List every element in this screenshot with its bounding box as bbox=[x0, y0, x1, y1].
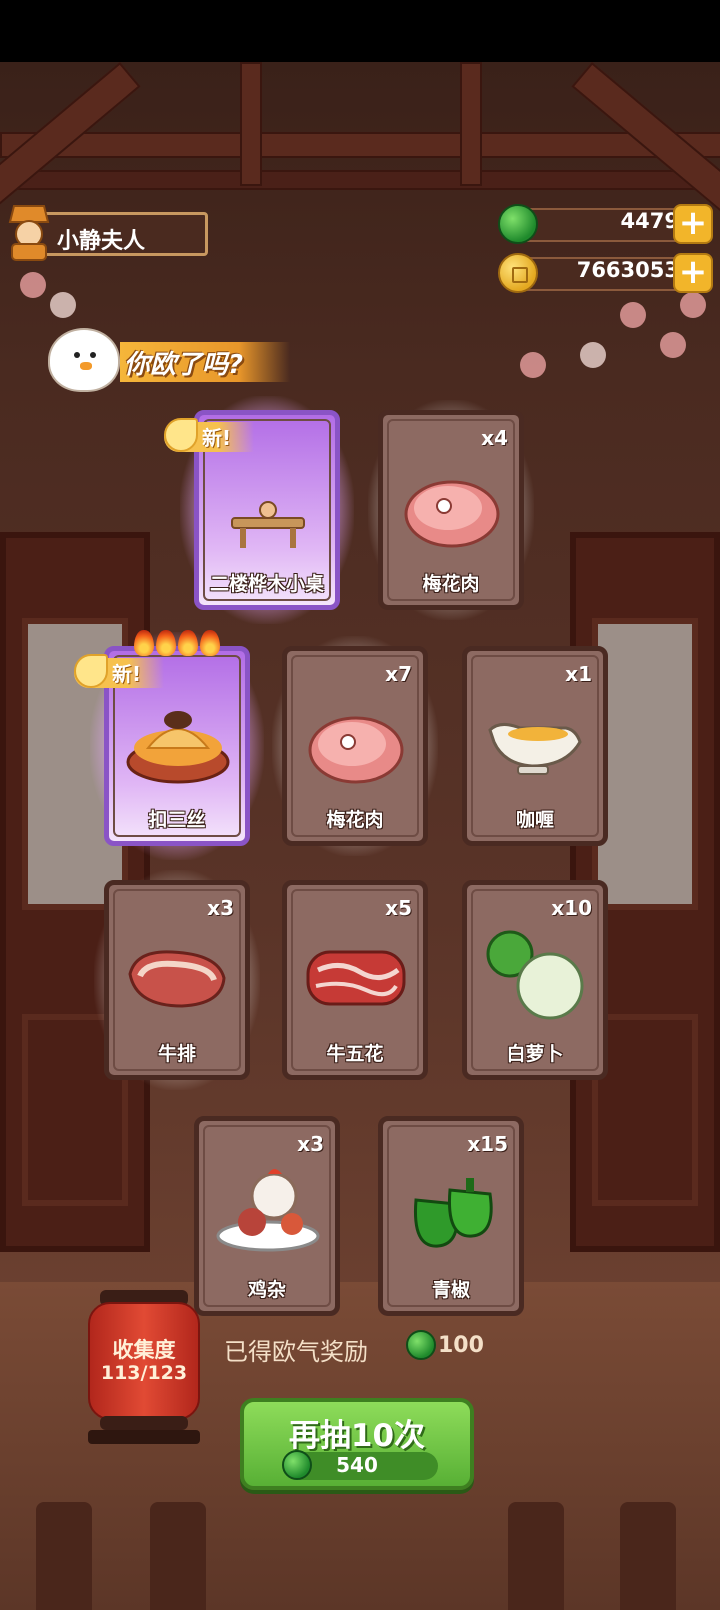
draw-cost: 540 bbox=[336, 1453, 378, 1477]
card-quantity: x15 bbox=[467, 1132, 508, 1156]
pork-icon bbox=[308, 716, 404, 784]
railing-post bbox=[150, 1502, 206, 1610]
card-name: 梅花肉 bbox=[326, 809, 384, 831]
pork-icon bbox=[404, 480, 500, 548]
banner-text: 你欧了吗? bbox=[124, 350, 244, 380]
blossom-decoration bbox=[680, 292, 706, 318]
gold-currency: 7663053 + bbox=[498, 253, 713, 293]
roof-post bbox=[240, 62, 262, 186]
card-quantity: x5 bbox=[385, 896, 412, 920]
butterfly-icon bbox=[164, 418, 198, 452]
table-icon bbox=[231, 501, 305, 548]
jade-coin-icon bbox=[406, 1330, 436, 1360]
draw-card[interactable]: x3 牛排 bbox=[94, 870, 260, 1090]
card-name: 梅花肉 bbox=[422, 573, 480, 595]
card-name: 鸡杂 bbox=[247, 1279, 286, 1301]
blossom-decoration bbox=[520, 352, 546, 378]
new-badge: 新! bbox=[74, 654, 170, 690]
chick-mascot-icon bbox=[48, 328, 120, 392]
roof-post bbox=[460, 62, 482, 186]
player-name-box: 小静夫人 bbox=[34, 212, 208, 256]
player-info[interactable]: 小静夫人 bbox=[6, 204, 208, 261]
draw-card[interactable]: 二楼桦木小桌 新! bbox=[164, 396, 354, 624]
chicken-giblets-icon bbox=[216, 1169, 320, 1252]
card-name: 青椒 bbox=[431, 1279, 470, 1301]
railing-post bbox=[508, 1502, 564, 1610]
collection-count: 113/123 bbox=[100, 1362, 188, 1384]
new-badge: 新! bbox=[164, 418, 260, 454]
card-name: 牛五花 bbox=[326, 1043, 384, 1065]
card-quantity: x1 bbox=[565, 662, 592, 686]
draw-card[interactable]: x1 咖喱 bbox=[462, 646, 608, 846]
new-badge-text: 新! bbox=[202, 426, 232, 450]
draw-card[interactable]: x15 青椒 bbox=[378, 1116, 524, 1316]
blossom-decoration bbox=[50, 292, 76, 318]
railing-post bbox=[36, 1502, 92, 1610]
card-name: 扣三丝 bbox=[148, 809, 206, 831]
draw-card[interactable]: 扣三丝 新! bbox=[74, 630, 264, 860]
jade-currency: 4479 + bbox=[498, 204, 713, 244]
draw-card[interactable]: x10 白萝卜 bbox=[462, 880, 608, 1080]
radish-icon bbox=[486, 930, 584, 1020]
roof-beam bbox=[0, 170, 720, 190]
steak-icon bbox=[128, 950, 226, 1008]
card-name: 二楼桦木小桌 bbox=[209, 573, 324, 595]
draw-card[interactable]: x3 鸡杂 bbox=[194, 1116, 340, 1316]
player-name: 小静夫人 bbox=[57, 229, 146, 254]
lucky-banner: 你欧了吗? bbox=[30, 328, 290, 392]
collection-lantern[interactable]: 收集度 113/123 bbox=[84, 1290, 204, 1450]
card-name: 白萝卜 bbox=[506, 1043, 564, 1065]
butterfly-icon bbox=[74, 654, 108, 688]
blossom-decoration bbox=[20, 272, 46, 298]
roof-beam bbox=[0, 132, 720, 158]
blossom-decoration bbox=[660, 332, 686, 358]
card-quantity: x3 bbox=[297, 1132, 324, 1156]
card-quantity: x7 bbox=[385, 662, 412, 686]
add-jade-button[interactable]: + bbox=[673, 204, 713, 244]
gold-amount: 7663053 bbox=[576, 258, 679, 282]
status-bar bbox=[0, 0, 720, 62]
collection-label: 收集度 bbox=[112, 1338, 176, 1362]
jade-amount: 4479 bbox=[620, 209, 679, 233]
player-avatar-icon[interactable] bbox=[6, 204, 52, 262]
railing-post bbox=[620, 1502, 676, 1610]
draw-card[interactable]: x5 牛五花 bbox=[282, 880, 428, 1080]
draw-again-button[interactable]: 再抽10次 540 bbox=[240, 1398, 474, 1490]
blossom-decoration bbox=[580, 342, 606, 368]
reward-value: 100 bbox=[438, 1333, 484, 1358]
dish-icon bbox=[126, 711, 230, 784]
new-badge-text: 新! bbox=[112, 662, 142, 686]
curry-icon bbox=[488, 723, 582, 775]
add-gold-button[interactable]: + bbox=[673, 253, 713, 293]
card-quantity: x3 bbox=[207, 896, 234, 920]
card-name: 牛排 bbox=[157, 1043, 196, 1065]
green-pepper-icon bbox=[413, 1178, 493, 1248]
card-quantity: x10 bbox=[551, 896, 592, 920]
gold-coin-icon bbox=[498, 253, 538, 293]
jade-coin-icon bbox=[498, 204, 538, 244]
draw-card[interactable]: x7 梅花肉 bbox=[272, 636, 438, 856]
reward-label: 已得欧气奖励 bbox=[224, 1338, 368, 1366]
draw-again-label: 再抽10次 bbox=[288, 1418, 426, 1454]
card-quantity: x4 bbox=[481, 426, 508, 450]
card-name: 咖喱 bbox=[515, 809, 554, 831]
draw-card[interactable]: x4 梅花肉 bbox=[368, 400, 534, 620]
beef-belly-icon bbox=[306, 950, 406, 1006]
blossom-decoration bbox=[620, 302, 646, 328]
